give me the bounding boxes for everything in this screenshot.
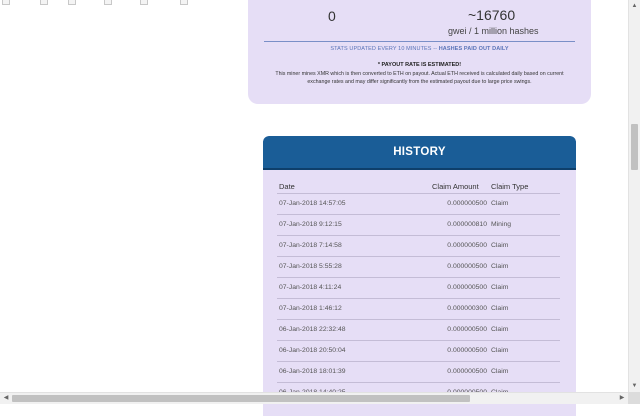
history-card: HISTORY Date Claim Amount Claim Type 07-… (263, 136, 576, 416)
row-amount: 0.000000300 (447, 305, 487, 312)
table-row: 06-Jan-2018 22:32:48 0.000000500 Claim (277, 319, 560, 340)
row-type: Claim (491, 242, 509, 249)
column-header-claim-type: Claim Type (491, 182, 529, 191)
row-type: Claim (491, 305, 509, 312)
hash-rate-unit: gwei / 1 million hashes (448, 26, 539, 36)
vertical-scroll-thumb[interactable] (631, 124, 638, 170)
table-row: 07-Jan-2018 14:57:05 0.000000500 Claim (277, 193, 560, 214)
row-amount: 0.000000500 (447, 368, 487, 375)
row-date: 06-Jan-2018 20:50:04 (279, 347, 346, 354)
horizontal-scroll-thumb[interactable] (12, 395, 470, 402)
row-amount: 0.000000500 (447, 347, 487, 354)
row-type: Claim (491, 263, 509, 270)
hashes-paid-out-link[interactable]: HASHES PAID OUT DAILY (439, 46, 509, 52)
row-amount: 0.000000810 (447, 221, 487, 228)
scroll-right-arrow-icon[interactable]: ▶ (616, 393, 628, 404)
row-date: 06-Jan-2018 18:01:39 (279, 368, 346, 375)
toolbar-icon (140, 0, 148, 5)
scroll-left-arrow-icon[interactable]: ◀ (0, 393, 12, 404)
column-header-date: Date (279, 182, 295, 191)
estimated-payout-value: 0 (328, 8, 336, 24)
table-row: 07-Jan-2018 7:14:58 0.000000500 Claim (277, 235, 560, 256)
row-date: 07-Jan-2018 4:11:24 (279, 284, 342, 291)
toolbar-icon (2, 0, 10, 5)
row-date: 07-Jan-2018 9:12:15 (279, 221, 342, 228)
row-amount: 0.000000500 (447, 242, 487, 249)
row-amount: 0.000000500 (447, 200, 487, 207)
table-row: 07-Jan-2018 1:46:12 0.000000300 Claim (277, 298, 560, 319)
row-type: Claim (491, 200, 509, 207)
table-row: 06-Jan-2018 20:50:04 0.000000500 Claim (277, 340, 560, 361)
toolbar-icon (180, 0, 188, 5)
table-row: 07-Jan-2018 5:55:28 0.000000500 Claim (277, 256, 560, 277)
table-row: 07-Jan-2018 9:12:15 0.000000810 Mining (277, 214, 560, 235)
stats-divider (264, 41, 575, 42)
row-type: Claim (491, 347, 509, 354)
history-header: HISTORY (263, 136, 576, 170)
horizontal-scrollbar[interactable]: ◀ ▶ (0, 392, 628, 404)
row-date: 07-Jan-2018 1:46:12 (279, 305, 342, 312)
row-type: Claim (491, 326, 509, 333)
row-date: 07-Jan-2018 14:57:05 (279, 200, 346, 207)
hash-rate-value: ~16760 (468, 7, 516, 23)
history-title: HISTORY (393, 146, 446, 158)
row-type: Mining (491, 221, 512, 228)
vertical-scrollbar[interactable]: ▲ ▼ (628, 0, 640, 392)
row-date: 07-Jan-2018 7:14:58 (279, 242, 342, 249)
stats-updated-text: STATS UPDATED EVERY 10 MINUTES -- (330, 46, 439, 52)
row-amount: 0.000000500 (447, 284, 487, 291)
column-header-claim-amount: Claim Amount (432, 182, 479, 191)
row-type: Claim (491, 368, 509, 375)
table-row: 07-Jan-2018 4:11:24 0.000000500 Claim (277, 277, 560, 298)
row-date: 06-Jan-2018 22:32:48 (279, 326, 346, 333)
scroll-up-arrow-icon[interactable]: ▲ (629, 0, 640, 12)
stats-card: 0 ~16760 gwei / 1 million hashes STATS U… (248, 0, 591, 104)
toolbar-icon (104, 0, 112, 5)
scroll-down-arrow-icon[interactable]: ▼ (629, 380, 640, 392)
row-amount: 0.000000500 (447, 263, 487, 270)
toolbar-icon (40, 0, 48, 5)
toolbar-icon (68, 0, 76, 5)
scrollbar-corner (628, 392, 640, 404)
row-type: Claim (491, 284, 509, 291)
row-amount: 0.000000500 (447, 326, 487, 333)
table-row: 06-Jan-2018 18:01:39 0.000000500 Claim (277, 361, 560, 382)
payout-warning-title: * PAYOUT RATE IS ESTIMATED! (377, 62, 462, 68)
payout-warning-text: This miner mines XMR which is then conve… (275, 71, 564, 86)
history-table-body: 07-Jan-2018 14:57:05 0.000000500 Claim 07-… (277, 193, 560, 403)
row-date: 07-Jan-2018 5:55:28 (279, 263, 342, 270)
stats-updated-note: STATS UPDATED EVERY 10 MINUTES -- HASHES… (264, 46, 575, 52)
